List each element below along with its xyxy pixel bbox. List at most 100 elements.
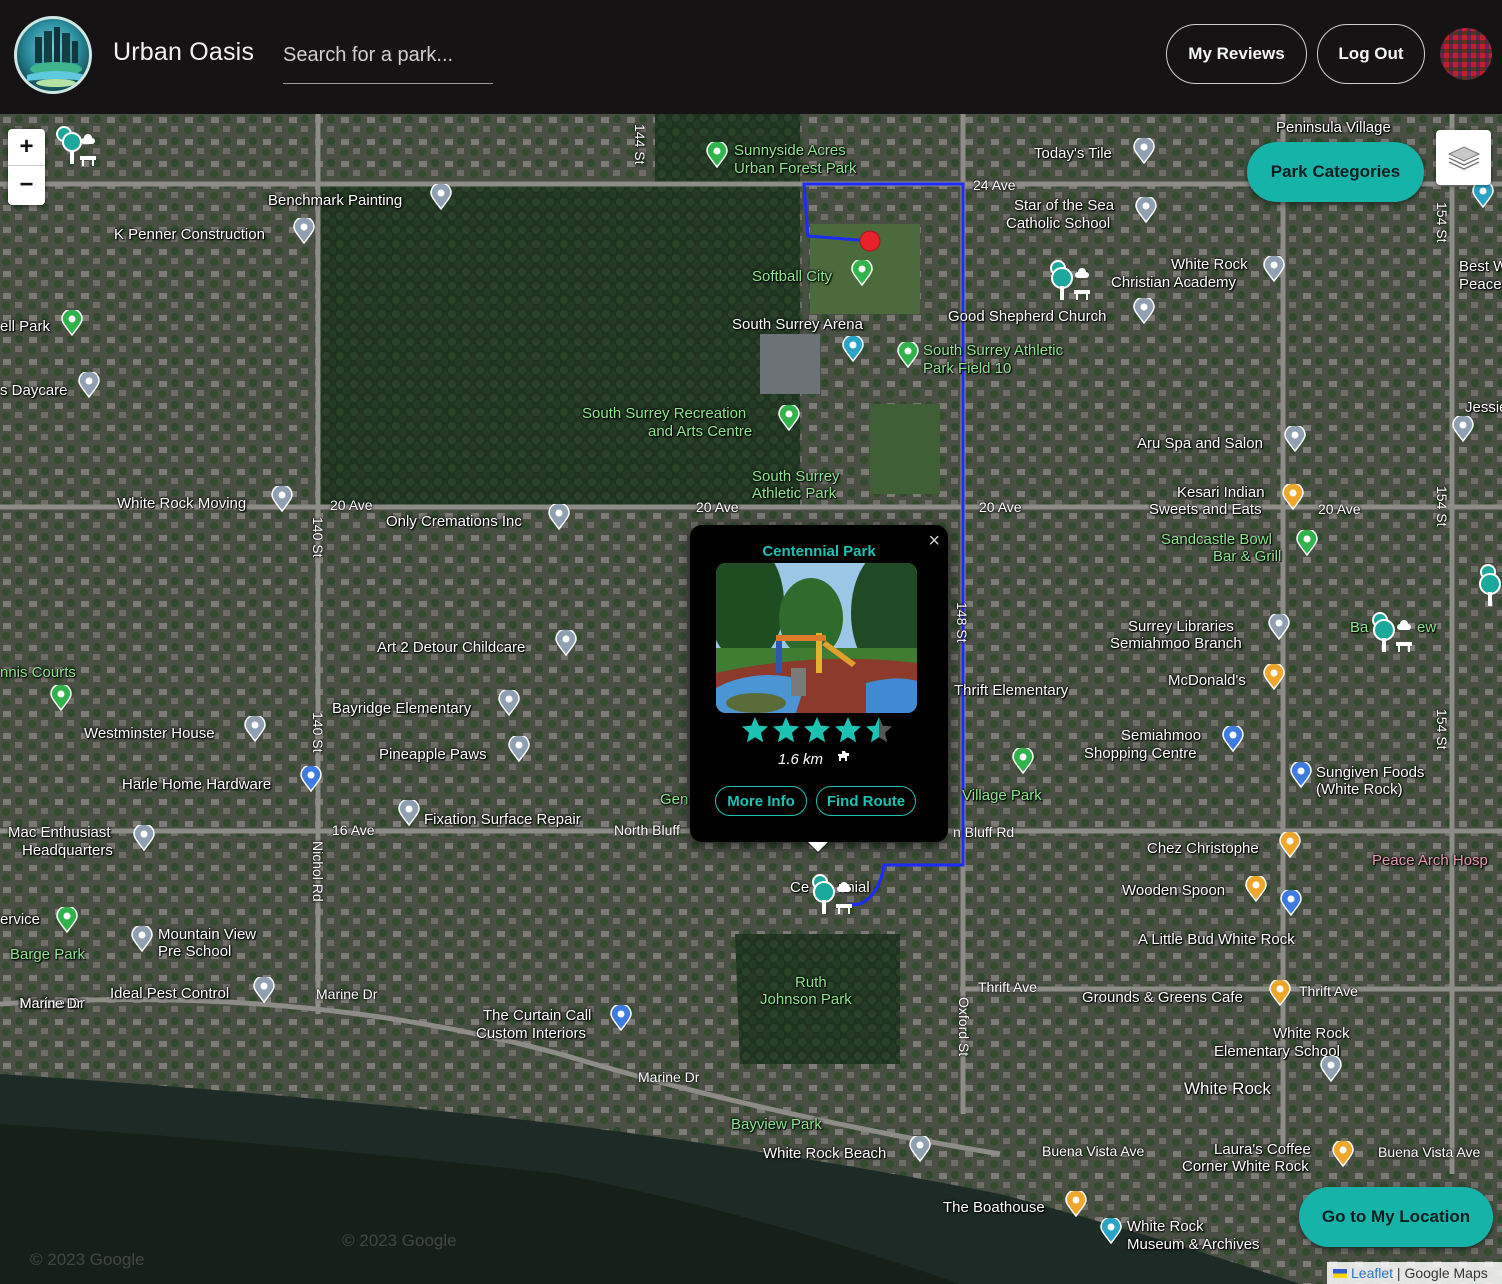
app-logo[interactable] [14, 16, 92, 94]
park-marker-icon[interactable] [50, 120, 100, 170]
place-label: Peninsula Village [1276, 119, 1391, 136]
map-pin-icon[interactable] [1284, 426, 1306, 452]
rating-stars [740, 715, 894, 745]
place-label: Good Shepherd Church [948, 308, 1107, 325]
map-pin-icon[interactable] [842, 336, 864, 362]
park-search-input[interactable] [283, 34, 493, 76]
place-label: (White Rock) [1316, 781, 1403, 798]
park-categories-button[interactable]: Park Categories [1247, 142, 1424, 202]
map-pin-icon[interactable] [1100, 1218, 1122, 1244]
place-label: Bayridge Elementary [332, 700, 472, 717]
road-label: Buena Vista Ave [1378, 1144, 1481, 1160]
app-title: Urban Oasis [113, 38, 255, 66]
place-label: Fixation Surface Repair [424, 811, 581, 828]
place-label: Ruth [795, 974, 827, 991]
place-label: Art 2 Detour Childcare [377, 639, 526, 656]
park-marker-icon[interactable] [1044, 254, 1094, 304]
map-pin-icon[interactable] [1133, 298, 1155, 324]
map-pin-icon[interactable] [1290, 762, 1312, 788]
leaflet-link[interactable]: Leaflet [1351, 1265, 1393, 1281]
map-pin-icon[interactable] [1332, 1141, 1354, 1167]
place-label: Chez Christophe [1147, 840, 1259, 857]
map-pin-icon[interactable] [1263, 664, 1285, 690]
map-pin-icon[interactable] [706, 142, 728, 168]
map-pin-icon[interactable] [1280, 890, 1302, 916]
map-pin-icon[interactable] [1320, 1056, 1342, 1082]
place-label: Peace Arch Hosp [1372, 852, 1488, 869]
place-label: Surrey Libraries [1128, 618, 1234, 635]
map-attribution: Leaflet | Google Maps [1327, 1262, 1502, 1284]
layers-icon [1447, 145, 1480, 170]
place-label: South Surrey Athletic [923, 342, 1064, 359]
layers-control-button[interactable] [1436, 130, 1491, 185]
place-label: Semiahmoo Branch [1110, 635, 1242, 652]
user-avatar[interactable] [1440, 28, 1492, 80]
map-pin-icon[interactable] [1279, 832, 1301, 858]
ukraine-flag-icon [1333, 1268, 1347, 1278]
map-pin-icon[interactable] [253, 977, 275, 1003]
map-pin-icon[interactable] [430, 184, 452, 210]
map-pin-icon[interactable] [610, 1005, 632, 1031]
zoom-in-button[interactable]: + [8, 129, 45, 166]
map-pin-icon[interactable] [1268, 614, 1290, 640]
road-label: 16 Ave [332, 822, 375, 838]
place-label: Pineapple Paws [379, 746, 487, 763]
park-marker-icon[interactable] [1474, 558, 1502, 608]
map-pin-icon[interactable] [244, 716, 266, 742]
map-pin-icon[interactable] [1133, 138, 1155, 164]
place-label: White Rock Moving [117, 495, 247, 512]
city-park-logo-icon [27, 27, 85, 87]
map-pin-icon[interactable] [1222, 726, 1244, 752]
map-pin-icon[interactable] [398, 800, 420, 826]
map-pin-icon[interactable] [131, 926, 153, 952]
go-to-my-location-button[interactable]: Go to My Location [1299, 1187, 1493, 1247]
place-label: Headquarters [22, 842, 113, 859]
my-reviews-button[interactable]: My Reviews [1166, 24, 1307, 84]
place-label: Jessie L [1465, 399, 1502, 416]
map-pin-icon[interactable] [56, 907, 78, 933]
more-info-button[interactable]: More Info [715, 786, 807, 816]
map-pin-icon[interactable] [133, 825, 155, 851]
map-pin-icon[interactable] [271, 486, 293, 512]
map-pin-icon[interactable] [1269, 980, 1291, 1006]
map-pin-icon[interactable] [293, 218, 315, 244]
map-pin-icon[interactable] [1135, 197, 1157, 223]
map-view[interactable]: Peninsula Village Sunnyside Acres Urban … [0, 114, 1502, 1284]
search-bar [283, 34, 493, 84]
distance-label: 1.6 km [778, 751, 824, 768]
find-route-button[interactable]: Find Route [816, 786, 916, 816]
place-label: A Little Bud White Rock [1138, 931, 1295, 948]
place-label: Sandcastle Bowl [1161, 531, 1272, 548]
map-pin-icon[interactable] [555, 630, 577, 656]
place-label: Thrift Elementary [954, 682, 1069, 699]
road-label: 154 St [1434, 709, 1450, 750]
park-marker-icon[interactable] [1366, 606, 1416, 656]
park-marker-icon[interactable] [806, 868, 856, 918]
map-pin-icon[interactable] [1296, 530, 1318, 556]
logout-button[interactable]: Log Out [1317, 24, 1425, 84]
map-pin-icon[interactable] [1263, 256, 1285, 282]
road-label: 24 Ave [973, 177, 1016, 193]
map-pin-icon[interactable] [300, 766, 322, 792]
map-pin-icon[interactable] [61, 310, 83, 336]
map-pin-icon[interactable] [1472, 182, 1494, 208]
star-icon [834, 716, 862, 743]
place-label: Catholic School [1006, 215, 1111, 232]
map-pin-icon[interactable] [778, 405, 800, 431]
map-pin-icon[interactable] [508, 736, 530, 762]
map-pin-icon[interactable] [1282, 484, 1304, 510]
map-pin-icon[interactable] [851, 260, 873, 286]
map-pin-icon[interactable] [1065, 1191, 1087, 1217]
map-pin-icon[interactable] [1452, 416, 1474, 442]
map-pin-icon[interactable] [78, 372, 100, 398]
map-pin-icon[interactable] [1012, 748, 1034, 774]
map-pin-icon[interactable] [50, 685, 72, 711]
map-pin-icon[interactable] [1245, 876, 1267, 902]
map-pin-icon[interactable] [897, 342, 919, 368]
map-pin-icon[interactable] [548, 504, 570, 530]
map-pin-icon[interactable] [498, 690, 520, 716]
place-label: Aru Spa and Salon [1137, 435, 1263, 452]
zoom-out-button[interactable]: − [8, 166, 45, 203]
map-pin-icon[interactable] [909, 1136, 931, 1162]
road-label: Buena Vista Ave [1042, 1143, 1145, 1159]
